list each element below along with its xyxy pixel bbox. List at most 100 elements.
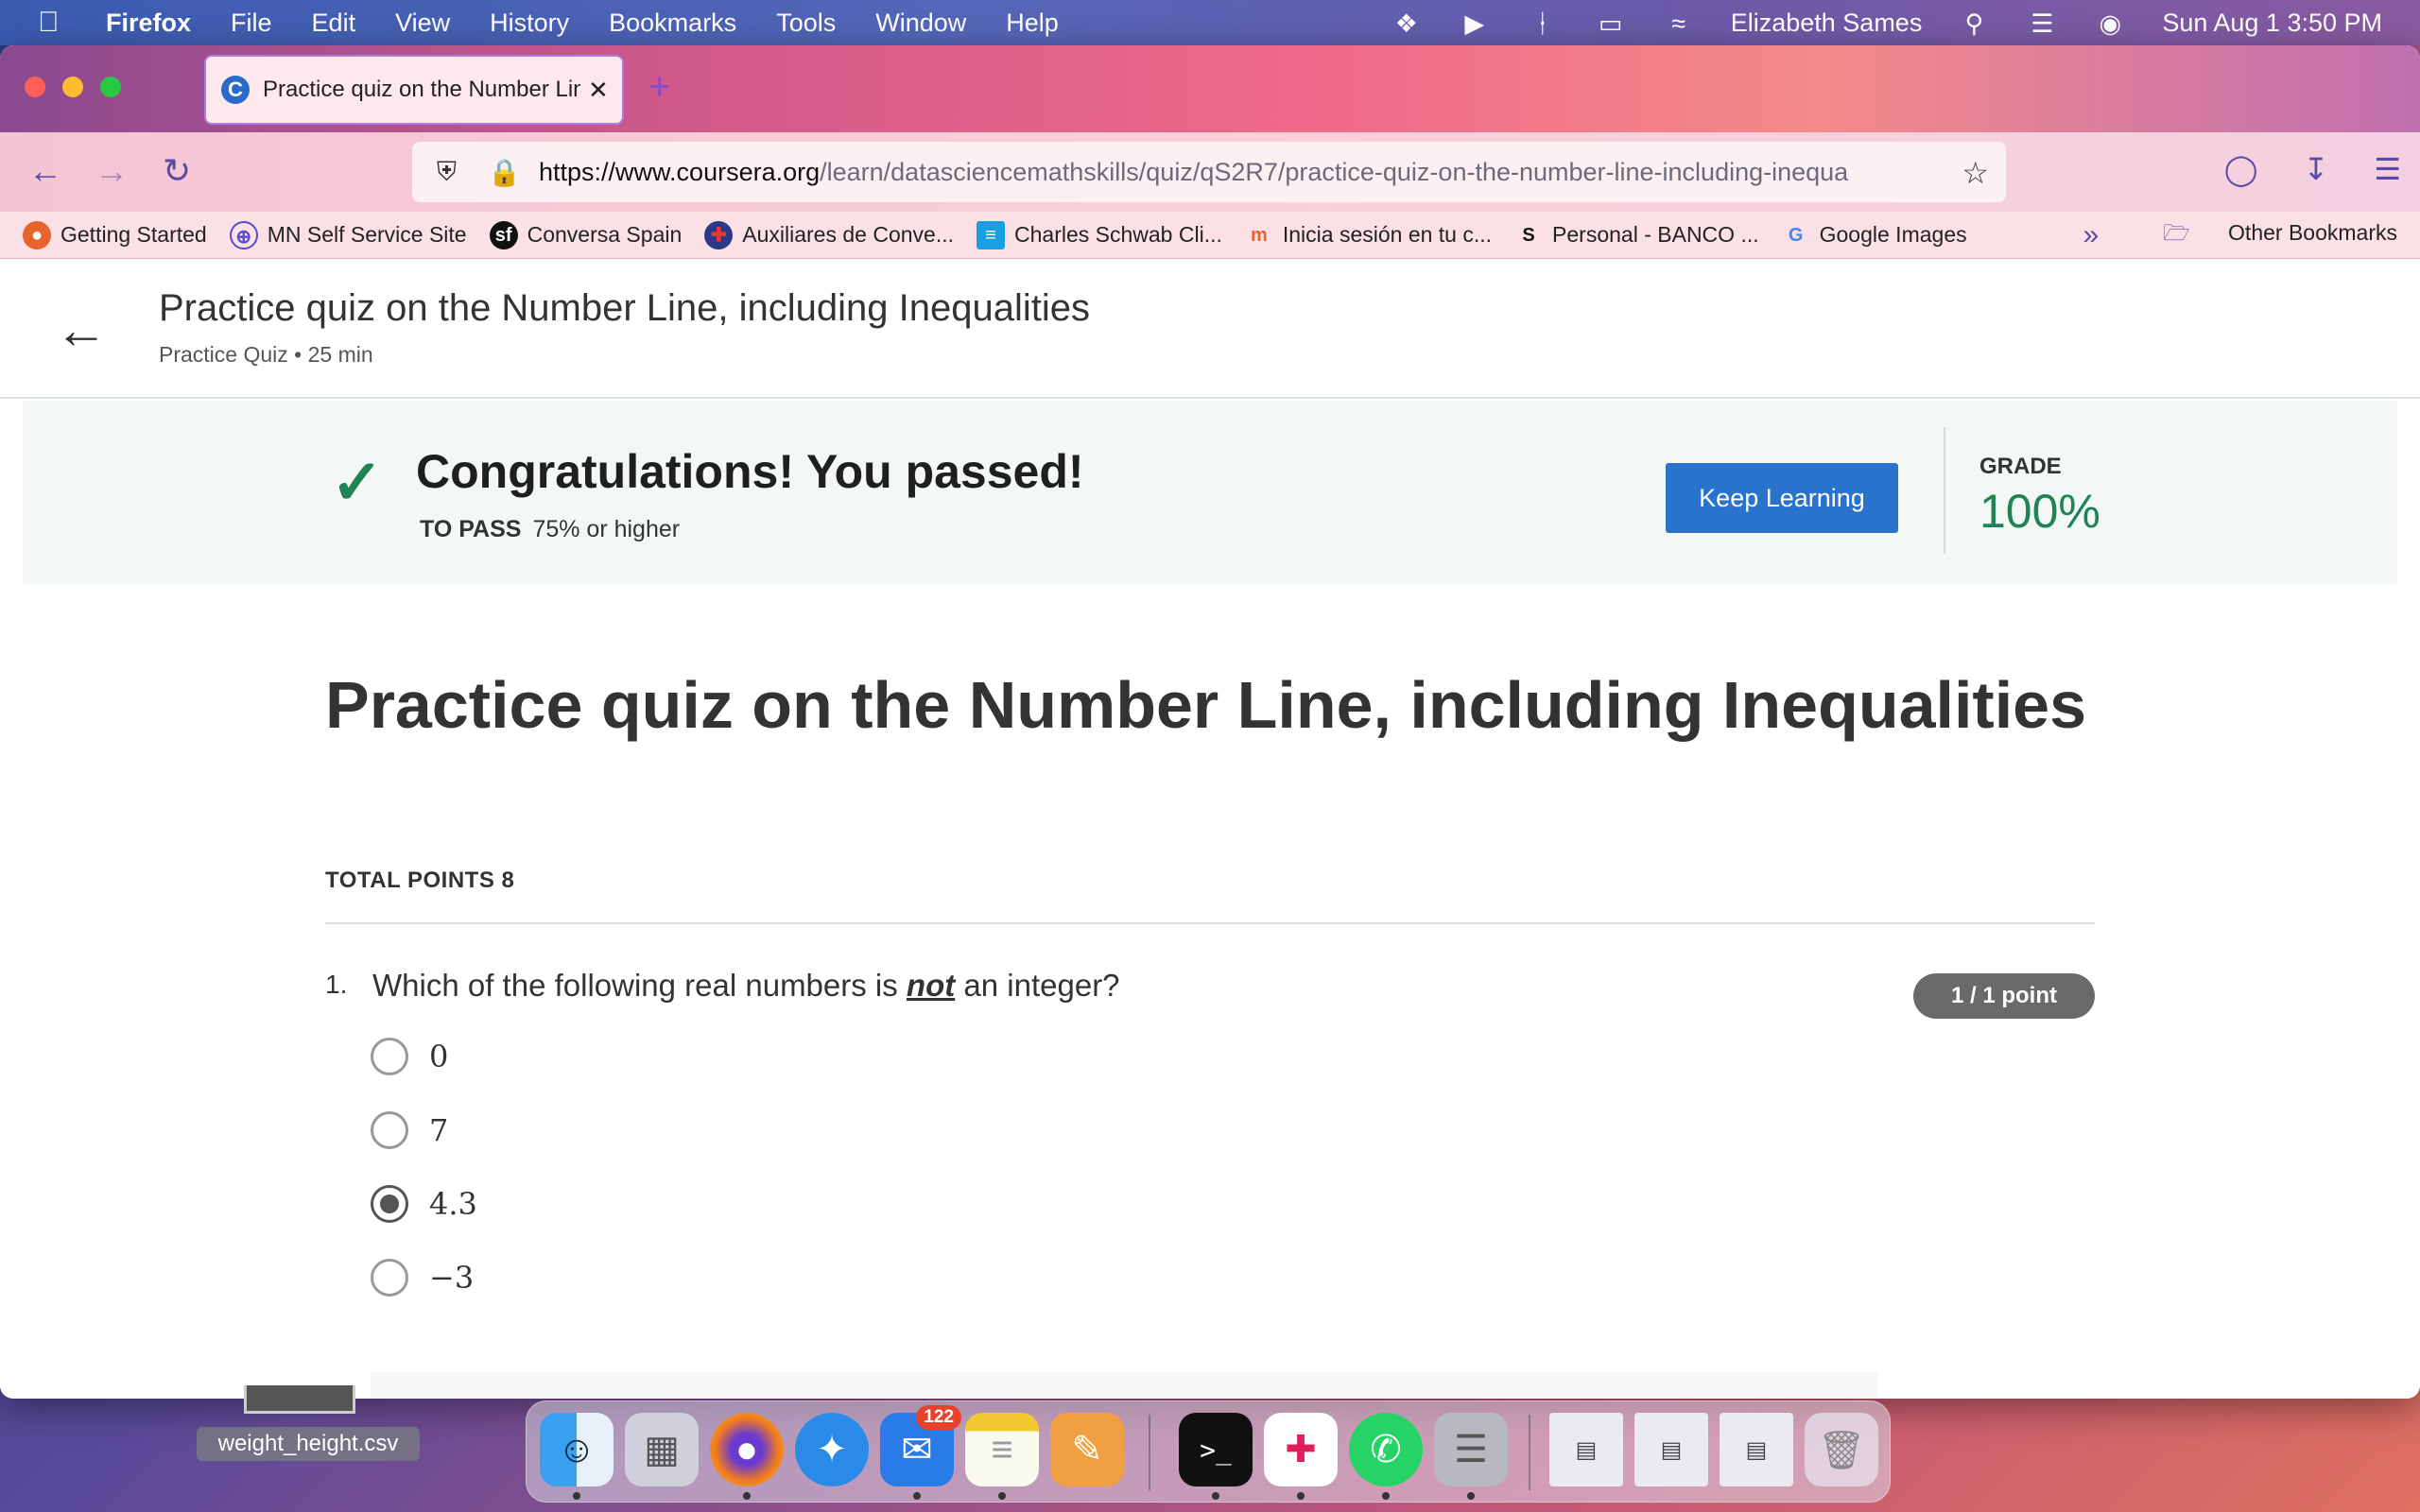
answer-option-1[interactable]: 7 (371, 1111, 448, 1149)
bookmark-auxiliares[interactable]: ✚ Auxiliares de Conve... (704, 220, 954, 249)
radio-button[interactable] (371, 1259, 408, 1297)
terminal-icon[interactable]: >_ (1179, 1413, 1253, 1486)
menu-bookmarks[interactable]: Bookmarks (609, 9, 736, 38)
menu-help[interactable]: Help (1006, 9, 1059, 38)
answer-option-0[interactable]: 0 (371, 1038, 448, 1075)
bookmark-star-icon[interactable]: ☆ (1962, 155, 1989, 191)
menu-edit[interactable]: Edit (312, 9, 356, 38)
user-name[interactable]: Elizabeth Sames (1731, 9, 1923, 38)
bookmark-mn-self-service[interactable]: ⊕ MN Self Service Site (229, 220, 467, 249)
shield-icon[interactable]: ⛨ (437, 157, 475, 188)
to-pass-info: TO PASS 75% or higher (420, 516, 680, 543)
play-icon[interactable]: ▶ (1459, 9, 1491, 38)
bookmark-label: Conversa Spain (527, 222, 683, 247)
quiz-title: Practice quiz on the Number Line, includ… (325, 668, 2087, 742)
lock-icon[interactable]: 🔒 (488, 157, 526, 188)
question-text-before: Which of the following real numbers is (372, 968, 907, 1003)
pocket-icon[interactable]: ◯ (2224, 151, 2258, 187)
close-tab-icon[interactable]: ✕ (588, 76, 609, 105)
menu-history[interactable]: History (490, 9, 569, 38)
finder-icon[interactable]: ☺ (540, 1413, 614, 1486)
bookmark-personal-banco[interactable]: S Personal - BANCO ... (1514, 221, 1758, 249)
dropbox-icon[interactable]: ❖ (1391, 9, 1423, 38)
bookmark-google-images[interactable]: G Google Images (1782, 221, 1967, 249)
minimized-window-icon[interactable]: ▤ (1634, 1413, 1708, 1486)
running-indicator (1297, 1492, 1305, 1500)
running-indicator (1467, 1492, 1475, 1500)
points-badge: 1 / 1 point (1913, 973, 2095, 1019)
desktop-file-label[interactable]: weight_height.csv (197, 1427, 420, 1461)
menu-file[interactable]: File (231, 9, 272, 38)
s-icon: S (1522, 224, 1535, 246)
bookmark-conversa-spain[interactable]: sf Conversa Spain (489, 220, 683, 249)
battery-icon[interactable]: ▭ (1595, 9, 1627, 38)
safari-icon[interactable]: ✦ (795, 1413, 869, 1486)
mail-badge: 122 (916, 1405, 961, 1430)
wifi-icon[interactable]: ≈ (1663, 9, 1695, 38)
close-window-button[interactable] (25, 77, 45, 97)
answer-option-3[interactable]: −3 (371, 1259, 474, 1297)
database-icon[interactable]: ☰ (1434, 1413, 1508, 1486)
apple-icon[interactable]:  (38, 7, 76, 39)
radio-button[interactable] (371, 1038, 408, 1075)
radio-button[interactable] (371, 1111, 408, 1149)
zoom-window-button[interactable] (100, 77, 121, 97)
menu-bar-status: ❖ ▶ ᚽ ▭ ≈ Elizabeth Sames ⚲ ☰ ◉ Sun Aug … (1355, 0, 2382, 45)
other-bookmarks[interactable]: 🗁 Other Bookmarks (2131, 217, 2397, 254)
whatsapp-icon[interactable]: ✆ (1349, 1413, 1423, 1486)
grade-divider (1944, 427, 1945, 554)
bookmark-getting-started[interactable]: ● Getting Started (23, 220, 207, 249)
url-path: /learn/datasciencemathskills/quiz/qS2R7/… (820, 157, 1849, 186)
back-arrow-icon[interactable]: ← (55, 299, 108, 360)
passed-banner: ✓ Congratulations! You passed! TO PASS 75… (23, 401, 2397, 584)
bookmark-inicia-sesion[interactable]: m Inicia sesión en tu c... (1245, 221, 1492, 249)
radio-button-selected[interactable] (371, 1185, 408, 1223)
chevron-more-icon[interactable]: » (2083, 219, 2099, 251)
menu-view[interactable]: View (395, 9, 450, 38)
bluetooth-icon[interactable]: ᚽ (1527, 9, 1559, 38)
hamburger-menu-icon[interactable]: ☰ (2374, 151, 2401, 187)
reload-icon[interactable]: ↻ (163, 151, 191, 191)
answer-option-2[interactable]: 4.3 (371, 1185, 477, 1223)
grade-value: 100% (1979, 485, 2100, 538)
quiz-header: ← Practice quiz on the Number Line, incl… (0, 259, 2420, 399)
forward-icon[interactable]: → (95, 151, 129, 191)
back-icon[interactable]: ← (28, 151, 62, 191)
minimize-window-button[interactable] (62, 77, 83, 97)
keep-learning-button[interactable]: Keep Learning (1666, 463, 1898, 533)
siri-icon[interactable]: ◉ (2094, 9, 2126, 38)
running-indicator (1382, 1492, 1390, 1500)
firefox-dock-icon[interactable]: ● (710, 1413, 784, 1486)
bookmark-label: Inicia sesión en tu c... (1282, 222, 1493, 247)
running-indicator (743, 1492, 751, 1500)
menu-app-name[interactable]: Firefox (106, 9, 191, 38)
bookmark-charles-schwab[interactable]: ≡ Charles Schwab Cli... (977, 220, 1222, 249)
spotlight-search-icon[interactable]: ⚲ (1958, 9, 1990, 38)
running-indicator (1212, 1492, 1219, 1500)
coursera-favicon-icon: C (221, 76, 250, 104)
control-center-icon[interactable]: ☰ (2026, 9, 2058, 38)
notes-icon[interactable]: ≡ (965, 1413, 1039, 1486)
url-text[interactable]: https://www.coursera.org/learn/datascien… (539, 158, 1957, 187)
pages-icon[interactable]: ✎ (1050, 1413, 1124, 1486)
browser-window: C Practice quiz on the Number Line, incl… (0, 45, 2420, 1399)
tab-bar: C Practice quiz on the Number Line, incl… (0, 45, 2420, 132)
tab-active[interactable]: C Practice quiz on the Number Line, incl… (204, 55, 624, 125)
grade-label: GRADE (1979, 454, 2062, 479)
clock[interactable]: Sun Aug 1 3:50 PM (2162, 9, 2382, 38)
url-domain: https://www.coursera.org (539, 157, 821, 186)
page-content: ← Practice quiz on the Number Line, incl… (0, 259, 2420, 1399)
url-bar[interactable]: ⛨ 🔒 https://www.coursera.org/learn/datas… (412, 142, 2006, 202)
menu-tools[interactable]: Tools (776, 9, 836, 38)
question-text: Which of the following real numbers is n… (372, 968, 1120, 1004)
downloads-icon[interactable]: ↧ (2304, 151, 2329, 187)
trash-icon[interactable]: 🗑 (1805, 1413, 1878, 1486)
minimized-window-icon[interactable]: ▤ (1549, 1413, 1623, 1486)
file-thumbnail[interactable] (244, 1385, 355, 1414)
slack-icon[interactable]: ✚ (1264, 1413, 1338, 1486)
new-tab-button[interactable]: + (648, 66, 670, 109)
launchpad-icon[interactable]: ▦ (625, 1413, 699, 1486)
menu-window[interactable]: Window (875, 9, 966, 38)
mail-icon[interactable]: ✉ 122 (880, 1405, 961, 1486)
minimized-window-icon[interactable]: ▤ (1720, 1413, 1793, 1486)
